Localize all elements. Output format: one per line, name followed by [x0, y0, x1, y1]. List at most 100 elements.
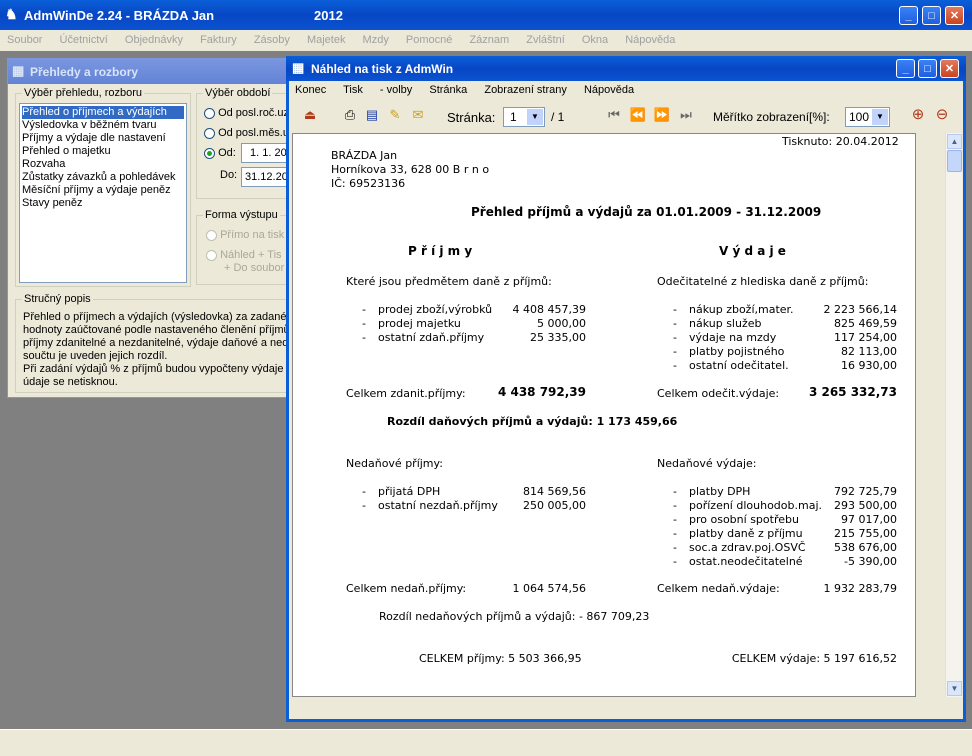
list-item[interactable]: Výsledovka v běžném tvaru	[22, 119, 184, 132]
zoom-label: Měřítko zobrazení[%]:	[713, 110, 830, 124]
menu-napoveda[interactable]: Nápověda	[625, 34, 675, 46]
list-item[interactable]: Přehled o majetku	[22, 145, 184, 158]
report-list[interactable]: Přehled o příjmech a výdajích Výsledovka…	[19, 103, 187, 283]
menu-konec[interactable]: Konec	[295, 84, 326, 96]
output-option-preview-label: Náhled + Tis	[220, 249, 282, 261]
zoom-out-icon[interactable]: ⊖	[933, 106, 951, 124]
expense-row-label: pro osobní spotřebu	[689, 513, 799, 526]
zoom-select[interactable]: 100 ▼	[845, 107, 890, 127]
menu-faktury[interactable]: Faktury	[200, 34, 237, 46]
list-item[interactable]: Rozvaha	[22, 158, 184, 171]
expense-row-label: platby DPH	[689, 485, 751, 498]
list-item[interactable]: Zůstatky závazků a pohledávek	[22, 171, 184, 184]
scroll-down-icon[interactable]: ▼	[947, 681, 962, 696]
income-row-value: 5 000,00	[537, 317, 586, 330]
period-group-label: Výběr období	[203, 87, 273, 99]
menu-majetek[interactable]: Majetek	[307, 34, 346, 46]
period-to-value: 31.12.20	[245, 171, 288, 183]
period-option-year[interactable]: Od posl.roč.uz	[204, 107, 289, 119]
preview-title-bar[interactable]: ▦ Náhled na tisk z AdmWin _ □ ✕	[286, 56, 966, 81]
menu-pomocne[interactable]: Pomocné	[406, 34, 452, 46]
row-dash: -	[362, 499, 366, 512]
expense-title: V ý d a j e	[719, 244, 786, 258]
menu-tisk[interactable]: Tisk	[343, 84, 363, 96]
row-dash: -	[673, 527, 677, 540]
output-option-print[interactable]: Přímo na tisk	[206, 229, 284, 241]
export-icon[interactable]: ✉	[409, 106, 427, 124]
period-option-month[interactable]: Od posl.měs.u	[204, 127, 289, 139]
menu-zasoby[interactable]: Zásoby	[254, 34, 290, 46]
income-row-label: prodej zboží,výrobků	[378, 303, 493, 316]
printer-icon[interactable]: ⎙	[341, 106, 359, 124]
preview-maximize-button[interactable]: □	[918, 59, 937, 78]
last-page-icon[interactable]: ⏭	[677, 106, 695, 124]
menu-zaznam[interactable]: Záznam	[469, 34, 509, 46]
main-title-bar[interactable]: ♞ AdmWinDe 2.24 - BRÁZDA Jan 2012 _ □ ✕	[0, 0, 972, 30]
preview-close-button[interactable]: ✕	[940, 59, 959, 78]
expense-row-label: nákup služeb	[689, 317, 762, 330]
close-button[interactable]: ✕	[945, 6, 964, 25]
menu-napoveda[interactable]: Nápověda	[584, 84, 634, 96]
menu-stranka[interactable]: Stránka	[429, 84, 467, 96]
list-item[interactable]: Příjmy a výdaje dle nastavení	[22, 132, 184, 145]
report-selection-label: Výběr přehledu, rozboru	[22, 87, 145, 99]
description-line: Při zadání výdajů % z příjmů budou vypoč…	[23, 363, 293, 375]
expense-row-label: výdaje na mzdy	[689, 331, 777, 344]
chevron-down-icon: ▼	[872, 109, 888, 125]
menu-zvlastni[interactable]: Zvláštní	[526, 34, 565, 46]
company-address: Horníkova 33, 628 00 B r n o	[331, 163, 490, 176]
period-option-from[interactable]: Od:	[204, 147, 236, 159]
menu-okna[interactable]: Okna	[582, 34, 608, 46]
page-select[interactable]: 1 ▼	[503, 107, 545, 127]
expense-row-value: 2 223 566,14	[823, 303, 897, 316]
menu-ucetnictvi[interactable]: Účetnictví	[60, 34, 108, 46]
page-select-value: 1	[510, 110, 517, 124]
next-page-icon[interactable]: ⏩	[653, 106, 671, 124]
expense-row-value: 538 676,00	[834, 541, 897, 554]
description-line: příjmy zdanitelné a nezdanitelné, výdaje…	[23, 337, 295, 349]
exit-icon[interactable]: ⏏	[301, 106, 319, 124]
preview-window-title: Náhled na tisk z AdmWin	[311, 62, 454, 76]
list-item[interactable]: Přehled o příjmech a výdajích	[22, 106, 184, 119]
open-folder-icon[interactable]: ✎	[386, 106, 404, 124]
income-row-value: 25 335,00	[530, 331, 586, 344]
row-dash: -	[673, 499, 677, 512]
previous-page-icon[interactable]: ⏪	[629, 106, 647, 124]
income-row-value: 814 569,56	[523, 485, 586, 498]
description-line: údaje se netisknou.	[23, 376, 118, 388]
description-line: hodnoty zaúčtované podle nastaveného čle…	[23, 324, 290, 336]
list-item[interactable]: Měsíční příjmy a výdaje peněz	[22, 184, 184, 197]
income-title: P ř í j m y	[408, 244, 473, 258]
row-dash: -	[362, 331, 366, 344]
menu-volby[interactable]: - volby	[380, 84, 412, 96]
row-dash: -	[673, 303, 677, 316]
main-window-year: 2012	[314, 8, 343, 23]
vertical-scrollbar[interactable]: ▲ ▼	[945, 133, 962, 697]
list-item[interactable]: Stavy peněz	[22, 197, 184, 210]
maximize-button[interactable]: □	[922, 6, 941, 25]
first-page-icon[interactable]: ⏮	[605, 106, 623, 124]
menu-mzdy[interactable]: Mzdy	[363, 34, 389, 46]
scrollbar-thumb[interactable]	[947, 150, 962, 172]
row-dash: -	[673, 541, 677, 554]
status-bar	[0, 729, 972, 756]
output-option-preview[interactable]: Náhled + Tis	[206, 249, 282, 261]
row-dash: -	[673, 485, 677, 498]
row-dash: -	[673, 317, 677, 330]
page-settings-icon[interactable]: ▤	[363, 106, 381, 124]
expense-row-label: ostatní odečitatel.	[689, 359, 789, 372]
menu-soubor[interactable]: Soubor	[7, 34, 42, 46]
expense-row-value: -5 390,00	[844, 555, 897, 568]
reports-title-bar[interactable]: ▦ Přehledy a rozbory	[8, 59, 296, 84]
preview-minimize-button[interactable]: _	[896, 59, 915, 78]
row-dash: -	[673, 555, 677, 568]
menu-zobrazeni-strany[interactable]: Zobrazení strany	[484, 84, 567, 96]
description-text: Přehled o příjmech a výdajích (výsledovk…	[23, 311, 295, 389]
menu-objednavky[interactable]: Objednávky	[125, 34, 183, 46]
scroll-up-icon[interactable]: ▲	[947, 134, 962, 149]
expense-deductible-label: Odečitatelné z hlediska daně z příjmů:	[657, 275, 869, 288]
income-taxable-total-label: Celkem zdanit.příjmy:	[346, 387, 466, 400]
minimize-button[interactable]: _	[899, 6, 918, 25]
zoom-in-icon[interactable]: ⊕	[909, 106, 927, 124]
main-window-title: AdmWinDe 2.24 - BRÁZDA Jan	[24, 8, 215, 23]
